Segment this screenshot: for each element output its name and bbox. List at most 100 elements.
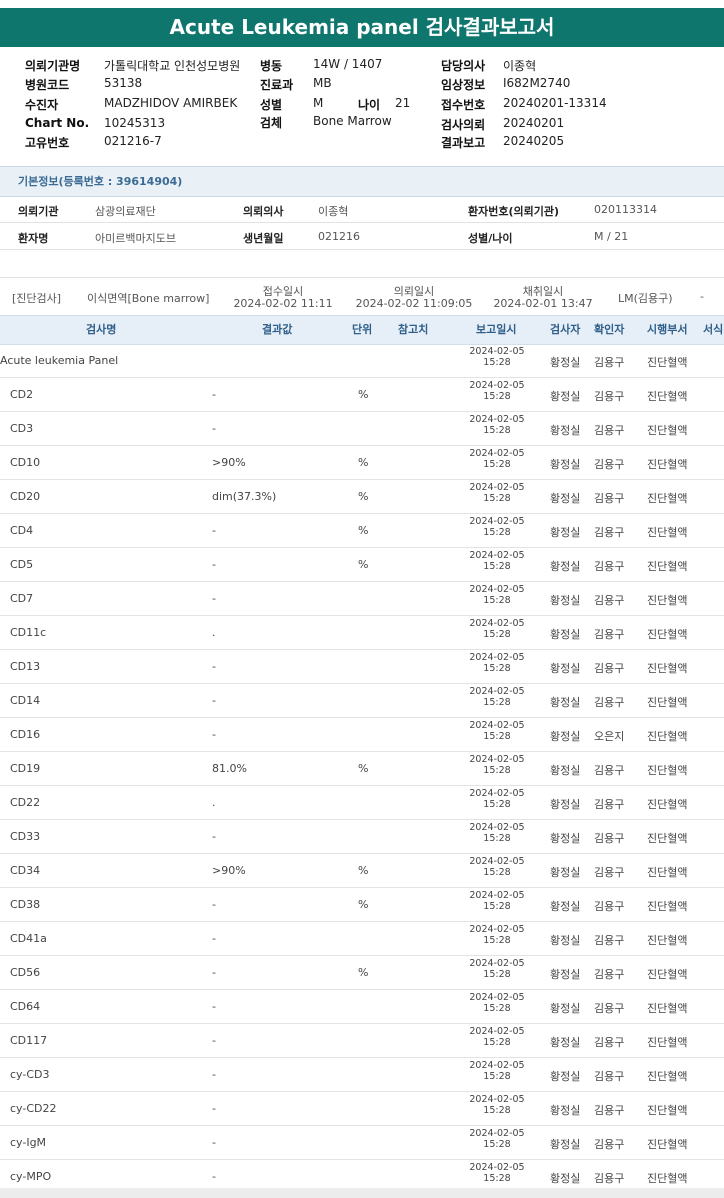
table-row[interactable]: CD16 - 황정실 오은지 진단혈액 2024-02-05 15:28 xyxy=(0,717,724,752)
department-name: 진단혈액 xyxy=(647,1138,688,1151)
table-row[interactable]: CD41a - 황정실 김용구 진단혈액 2024-02-05 15:28 xyxy=(0,921,724,956)
result-value: - xyxy=(212,898,216,911)
result-value: - xyxy=(212,728,216,741)
result-value: - xyxy=(212,1136,216,1149)
test-name: CD14 xyxy=(10,694,41,707)
section-divider xyxy=(0,249,724,250)
test-name: CD16 xyxy=(10,728,41,741)
department-name: 진단혈액 xyxy=(647,356,688,369)
patient-label: 수진자 xyxy=(25,98,59,112)
department-name: 진단혈액 xyxy=(647,866,688,879)
table-row[interactable]: cy-CD3 - 황정실 김용구 진단혈액 2024-02-05 15:28 xyxy=(0,1057,724,1092)
department-name: 진단혈액 xyxy=(647,832,688,845)
test-name: CD13 xyxy=(10,660,41,673)
test-name: CD4 xyxy=(10,524,34,537)
table-row[interactable]: CD34 >90%% 황정실 김용구 진단혈액 2024-02-05 15:28 xyxy=(0,853,724,888)
report-datetime: 2024-02-05 15:28 xyxy=(468,516,526,538)
confirmer-name: 김용구 xyxy=(594,1002,625,1015)
unit-value: % xyxy=(358,490,369,503)
col-test-name: 검사명 xyxy=(86,323,117,336)
department-name: 진단혈액 xyxy=(647,696,688,709)
birth-date-value: 021216 xyxy=(318,230,360,243)
test-name: CD41a xyxy=(10,932,47,945)
result-value: - xyxy=(212,592,216,605)
table-row[interactable]: CD10 >90%% 황정실 김용구 진단혈액 2024-02-05 15:28 xyxy=(0,445,724,480)
ward-label: 병동 xyxy=(260,59,283,73)
confirmer-name: 김용구 xyxy=(594,356,625,369)
result-value: >90% xyxy=(212,456,246,469)
department-name: 진단혈액 xyxy=(647,458,688,471)
unit-value: % xyxy=(358,558,369,571)
report-date: 2024-02-05 xyxy=(469,1162,525,1173)
table-row[interactable]: CD117 - 황정실 김용구 진단혈액 2024-02-05 15:28 xyxy=(0,1023,724,1058)
tester-name: 황정실 xyxy=(550,1172,581,1185)
hospital-code-label: 병원코드 xyxy=(25,78,70,92)
result-value: - xyxy=(212,830,216,843)
unit-value: % xyxy=(358,524,369,537)
confirmer-name: 김용구 xyxy=(594,696,625,709)
tester-name: 황정실 xyxy=(550,662,581,675)
age-value: 21 xyxy=(395,96,411,110)
col-report-time: 보고일시 xyxy=(476,323,517,336)
reviewer: LM(김용구) xyxy=(618,292,673,305)
table-row[interactable]: CD14 - 황정실 김용구 진단혈액 2024-02-05 15:28 xyxy=(0,683,724,718)
report-datetime: 2024-02-05 15:28 xyxy=(468,448,526,470)
table-row[interactable]: CD11c. 황정실 김용구 진단혈액 2024-02-05 15:28 xyxy=(0,615,724,650)
specimen-value: Bone Marrow xyxy=(313,114,392,128)
tester-name: 황정실 xyxy=(550,1070,581,1083)
table-row[interactable]: CD13 - 황정실 김용구 진단혈액 2024-02-05 15:28 xyxy=(0,649,724,684)
test-name: cy-IgM xyxy=(10,1136,47,1149)
table-row[interactable]: CD56 -% 황정실 김용구 진단혈액 2024-02-05 15:28 xyxy=(0,955,724,990)
tester-name: 황정실 xyxy=(550,968,581,981)
result-value: . xyxy=(212,626,216,639)
table-row[interactable]: Acute leukemia Panel 황정실 김용구 진단혈액 2024-02-05… xyxy=(0,343,724,378)
table-row[interactable]: CD2 -% 황정실 김용구 진단혈액 2024-02-05 15:28 xyxy=(0,377,724,412)
report-date: 2024-02-05 xyxy=(469,346,525,357)
patient-name-value: 아미르백마지도브 xyxy=(95,232,176,245)
report-datetime: 2024-02-05 15:28 xyxy=(468,720,526,742)
table-row[interactable]: CD4 -% 황정실 김용구 진단혈액 2024-02-05 15:28 xyxy=(0,513,724,548)
report-datetime: 2024-02-05 15:28 xyxy=(468,856,526,878)
tester-name: 황정실 xyxy=(550,798,581,811)
report-datetime: 2024-02-05 15:28 xyxy=(468,584,526,606)
request-divider-top xyxy=(0,277,724,278)
report-date: 2024-02-05 xyxy=(469,414,525,425)
tester-name: 황정실 xyxy=(550,424,581,437)
table-row[interactable]: CD7 - 황정실 김용구 진단혈액 2024-02-05 15:28 xyxy=(0,581,724,616)
basic-info-title-text: 기본정보(등록번호 : 39614904) xyxy=(18,175,183,188)
test-name: cy-MPO xyxy=(10,1170,52,1183)
test-name: Acute leukemia Panel xyxy=(0,354,119,367)
table-row[interactable]: CD5 -% 황정실 김용구 진단혈액 2024-02-05 15:28 xyxy=(0,547,724,582)
table-row[interactable]: CD38 -% 황정실 김용구 진단혈액 2024-02-05 15:28 xyxy=(0,887,724,922)
test-name: cy-CD22 xyxy=(10,1102,57,1115)
patient-name-label: 환자명 xyxy=(18,232,49,245)
department-name: 진단혈액 xyxy=(647,560,688,573)
table-row[interactable]: CD19 81.0%% 황정실 김용구 진단혈액 2024-02-05 15:28 xyxy=(0,751,724,786)
report-date: 2024-02-05 xyxy=(469,550,525,561)
table-row[interactable]: CD20 dim(37.3%)% 황정실 김용구 진단혈액 2024-02-05 15:28 xyxy=(0,479,724,514)
table-row[interactable]: CD3 - 황정실 김용구 진단혈액 2024-02-05 15:28 xyxy=(0,411,724,446)
department-name: 진단혈액 xyxy=(647,1036,688,1049)
sex-age-value: M / 21 xyxy=(594,230,629,243)
table-row[interactable]: CD64 - 황정실 김용구 진단혈액 2024-02-05 15:28 xyxy=(0,989,724,1024)
report-date: 2024-02-05 xyxy=(469,822,525,833)
doctor-value: 이종혁 xyxy=(503,59,537,73)
table-row[interactable]: cy-IgM - 황정실 김용구 진단혈액 2024-02-05 15:28 xyxy=(0,1125,724,1160)
department-name: 진단혈액 xyxy=(647,662,688,675)
unit-value: % xyxy=(358,456,369,469)
clinical-info-value: I682M2740 xyxy=(503,76,571,90)
report-time: 15:28 xyxy=(483,425,511,436)
table-row[interactable]: cy-CD22 - 황정실 김용구 진단혈액 2024-02-05 15:28 xyxy=(0,1091,724,1126)
hospital-code-value: 53138 xyxy=(104,76,143,90)
col-unit: 단위 xyxy=(352,323,373,336)
institution-label: 의뢰기관 xyxy=(18,205,59,218)
confirmer-name: 김용구 xyxy=(594,560,625,573)
confirmer-name: 김용구 xyxy=(594,1138,625,1151)
report-datetime: 2024-02-05 15:28 xyxy=(468,482,526,504)
tester-name: 황정실 xyxy=(550,356,581,369)
table-row[interactable]: CD33 - 황정실 김용구 진단혈액 2024-02-05 15:28 xyxy=(0,819,724,854)
report-datetime: 2024-02-05 15:28 xyxy=(468,1060,526,1082)
table-row[interactable]: CD22. 황정실 김용구 진단혈액 2024-02-05 15:28 xyxy=(0,785,724,820)
result-value: - xyxy=(212,1170,216,1183)
doctor-label: 담당의사 xyxy=(441,59,486,73)
